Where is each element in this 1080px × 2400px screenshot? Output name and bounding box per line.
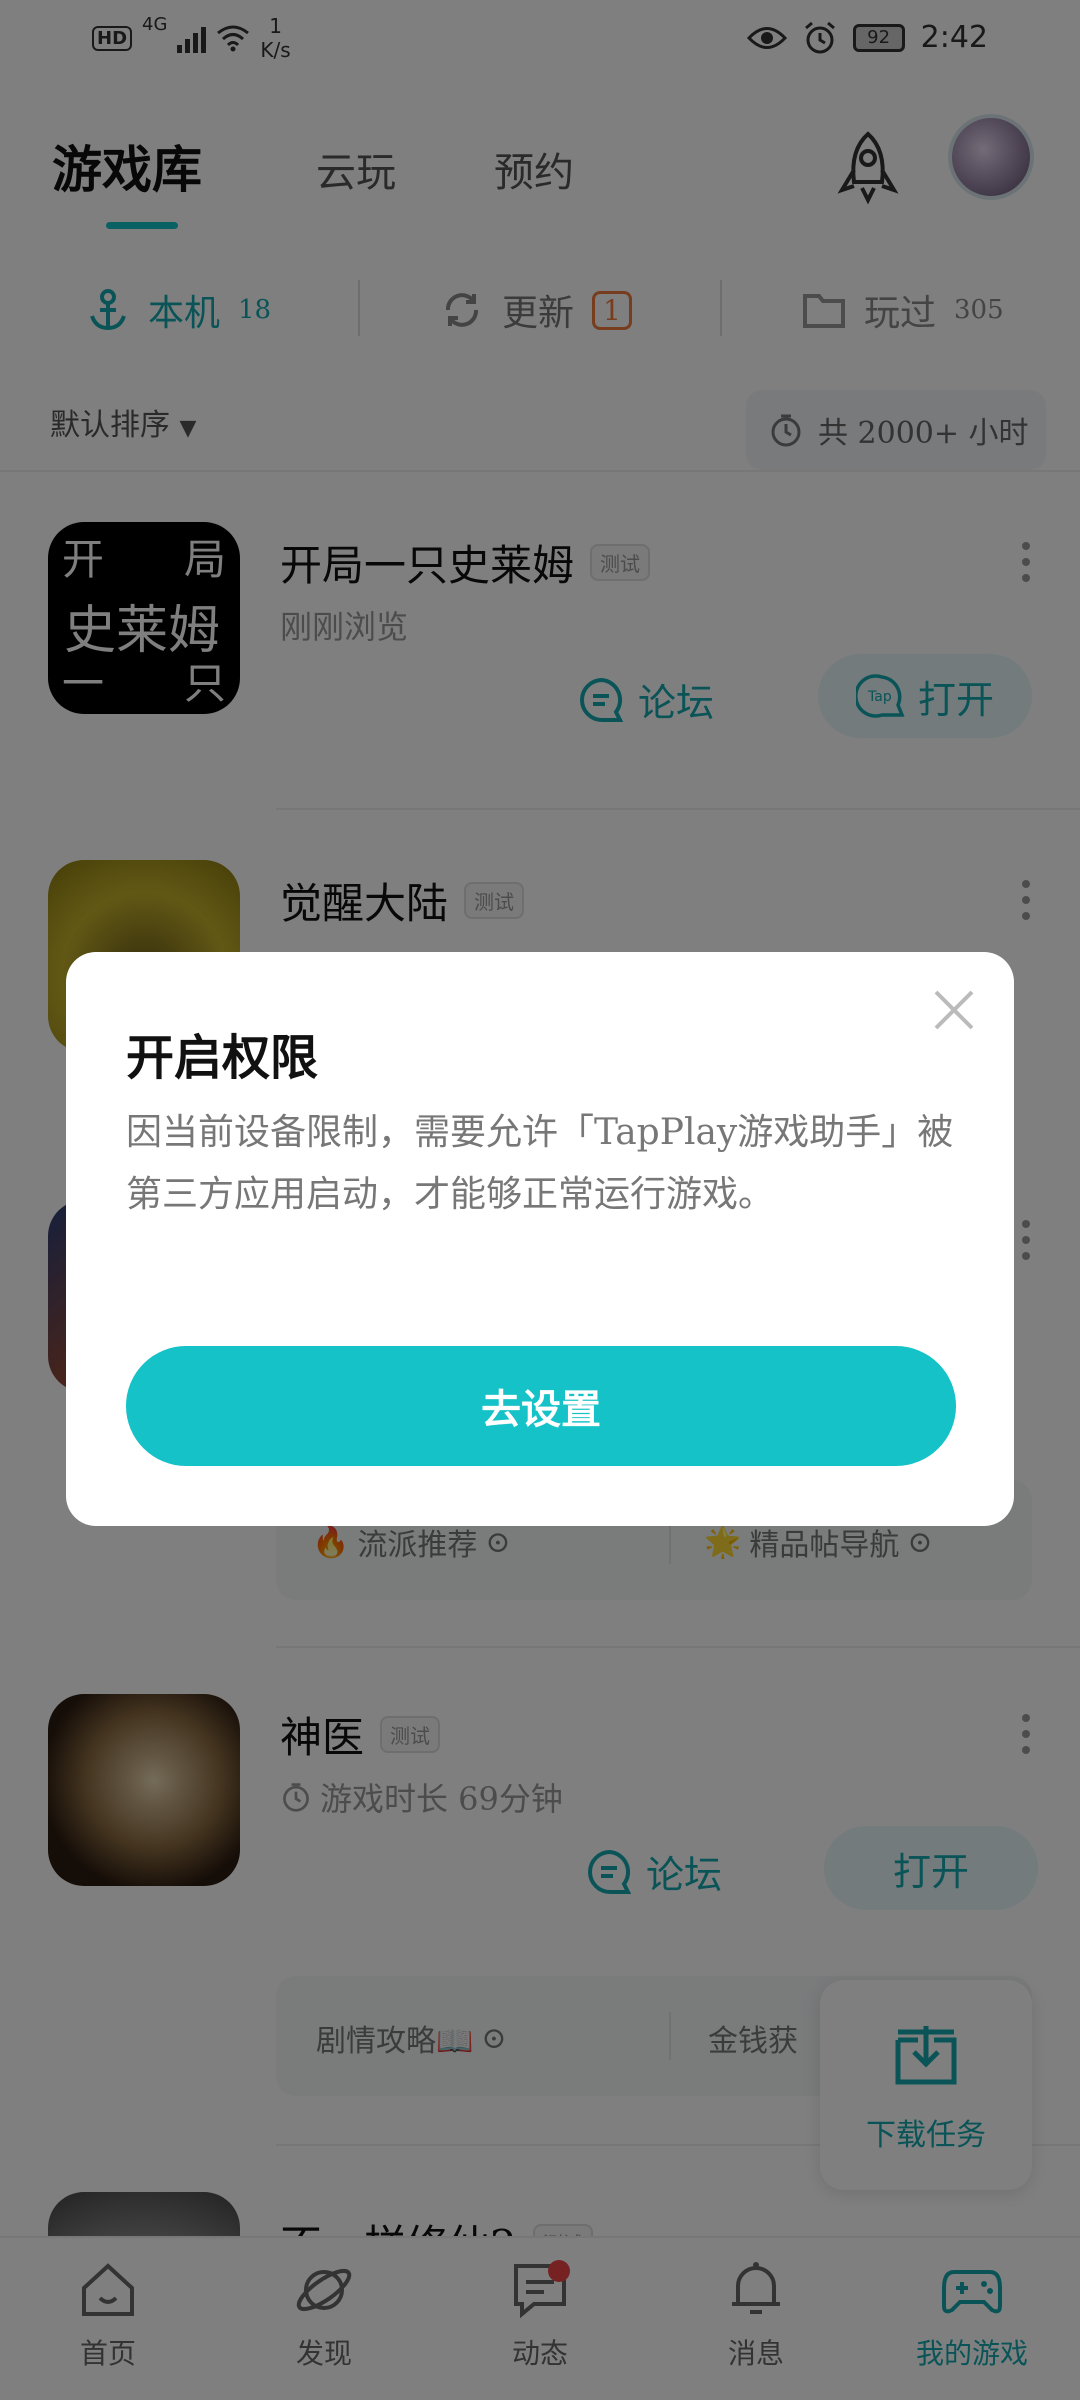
permission-dialog: 开启权限 因当前设备限制，需要允许「TapPlay游戏助手」被第三方应用启动，才… xyxy=(66,952,1014,1526)
dialog-message: 因当前设备限制，需要允许「TapPlay游戏助手」被第三方应用启动，才能够正常运… xyxy=(126,1112,954,1215)
go-to-settings-button[interactable]: 去设置 xyxy=(126,1346,956,1466)
close-icon[interactable] xyxy=(930,986,978,1034)
dialog-title: 开启权限 xyxy=(126,1030,319,1086)
